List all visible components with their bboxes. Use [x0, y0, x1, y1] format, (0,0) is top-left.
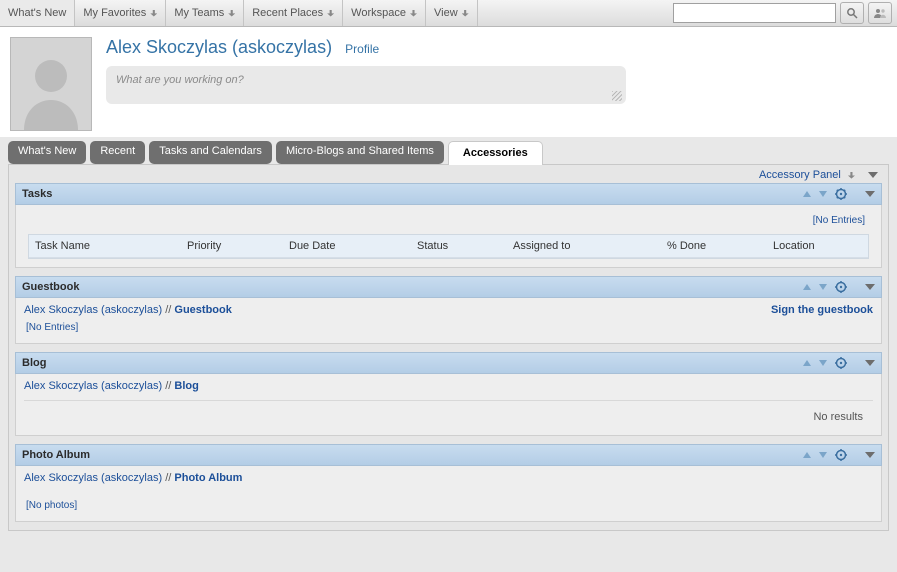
- status-input[interactable]: What are you working on?: [106, 66, 626, 104]
- pin-icon: [848, 172, 855, 179]
- resize-grip-icon[interactable]: [612, 91, 622, 101]
- accessories-panel: Accessory Panel Tasks [No Entries] Task …: [8, 164, 889, 531]
- tab-tasks-calendars[interactable]: Tasks and Calendars: [149, 141, 272, 164]
- col-status: Status: [411, 235, 507, 257]
- chevron-down-icon[interactable]: [868, 172, 878, 178]
- section-title: Tasks: [22, 188, 803, 200]
- no-entries-label: [No Entries]: [26, 322, 873, 333]
- gear-icon[interactable]: [835, 449, 847, 461]
- status-placeholder: What are you working on?: [116, 74, 244, 86]
- people-icon: [873, 7, 887, 19]
- section-blog: Blog Alex Skoczylas (askoczylas) // Blog…: [15, 352, 882, 436]
- tab-whats-new[interactable]: What's New: [8, 141, 86, 164]
- menu-workspace[interactable]: Workspace: [343, 0, 426, 26]
- col-assigned-to: Assigned to: [507, 235, 661, 257]
- photo-album-link[interactable]: Photo Album: [174, 472, 242, 484]
- search-button[interactable]: [840, 2, 864, 24]
- col-location: Location: [767, 235, 868, 257]
- tab-accessories[interactable]: Accessories: [448, 141, 543, 165]
- move-up-icon[interactable]: [803, 284, 811, 290]
- col-pct-done: % Done: [661, 235, 767, 257]
- pin-icon: [150, 10, 157, 17]
- profile-header: Alex Skoczylas (askoczylas) Profile What…: [0, 27, 897, 137]
- gear-icon[interactable]: [835, 281, 847, 293]
- pin-icon: [462, 10, 469, 17]
- avatar: [10, 37, 92, 131]
- section-header-tasks: Tasks: [15, 183, 882, 205]
- search-input[interactable]: [673, 3, 836, 23]
- move-down-icon[interactable]: [819, 452, 827, 458]
- move-up-icon[interactable]: [803, 360, 811, 366]
- col-priority: Priority: [181, 235, 283, 257]
- menu-view[interactable]: View: [426, 0, 478, 26]
- tab-micro-blogs[interactable]: Micro-Blogs and Shared Items: [276, 141, 444, 164]
- people-button[interactable]: [868, 2, 892, 24]
- col-task-name: Task Name: [29, 235, 181, 257]
- pin-icon: [327, 10, 334, 17]
- table-header-row: Task Name Priority Due Date Status Assig…: [29, 235, 868, 258]
- owner-link[interactable]: Alex Skoczylas (askoczylas): [24, 304, 162, 316]
- section-title: Guestbook: [22, 281, 803, 293]
- no-photos-label: [No photos]: [26, 500, 873, 511]
- section-title: Blog: [22, 357, 803, 369]
- chevron-down-icon[interactable]: [865, 191, 875, 197]
- profile-name: Alex Skoczylas (askoczylas): [106, 37, 332, 58]
- top-menu-bar: What's New My Favorites My Teams Recent …: [0, 0, 897, 27]
- move-down-icon[interactable]: [819, 284, 827, 290]
- no-results-label: No results: [24, 405, 873, 427]
- section-guestbook: Guestbook Sign the guestbook Alex Skoczy…: [15, 276, 882, 344]
- magnifier-icon: [846, 7, 858, 19]
- section-tasks: Tasks [No Entries] Task Name Priority Du…: [15, 183, 882, 268]
- no-entries-label: [No Entries]: [24, 211, 873, 230]
- move-down-icon[interactable]: [819, 360, 827, 366]
- section-header-blog: Blog: [15, 352, 882, 374]
- menu-my-favorites[interactable]: My Favorites: [75, 0, 166, 26]
- chevron-down-icon[interactable]: [865, 452, 875, 458]
- sign-guestbook-link[interactable]: Sign the guestbook: [771, 304, 873, 316]
- tab-bar: What's New Recent Tasks and Calendars Mi…: [0, 141, 897, 164]
- pin-icon: [228, 10, 235, 17]
- search-area: [668, 0, 897, 26]
- chevron-down-icon[interactable]: [865, 284, 875, 290]
- blog-link[interactable]: Blog: [174, 380, 198, 392]
- owner-link[interactable]: Alex Skoczylas (askoczylas): [24, 472, 162, 484]
- move-up-icon[interactable]: [803, 452, 811, 458]
- profile-link[interactable]: Profile: [345, 42, 379, 56]
- section-header-guestbook: Guestbook: [15, 276, 882, 298]
- menu-whats-new[interactable]: What's New: [0, 0, 75, 26]
- accessory-panel-link[interactable]: Accessory Panel: [759, 169, 841, 181]
- gear-icon[interactable]: [835, 357, 847, 369]
- avatar-icon: [16, 50, 86, 130]
- pin-icon: [410, 10, 417, 17]
- gear-icon[interactable]: [835, 188, 847, 200]
- guestbook-link[interactable]: Guestbook: [174, 304, 231, 316]
- move-down-icon[interactable]: [819, 191, 827, 197]
- col-due-date: Due Date: [283, 235, 411, 257]
- move-up-icon[interactable]: [803, 191, 811, 197]
- tab-recent[interactable]: Recent: [90, 141, 145, 164]
- section-title: Photo Album: [22, 449, 803, 461]
- section-photo-album: Photo Album Alex Skoczylas (askoczylas) …: [15, 444, 882, 522]
- tasks-table: Task Name Priority Due Date Status Assig…: [28, 234, 869, 259]
- menu-my-teams[interactable]: My Teams: [166, 0, 244, 26]
- section-header-photo-album: Photo Album: [15, 444, 882, 466]
- chevron-down-icon[interactable]: [865, 360, 875, 366]
- owner-link[interactable]: Alex Skoczylas (askoczylas): [24, 380, 162, 392]
- menu-recent-places[interactable]: Recent Places: [244, 0, 343, 26]
